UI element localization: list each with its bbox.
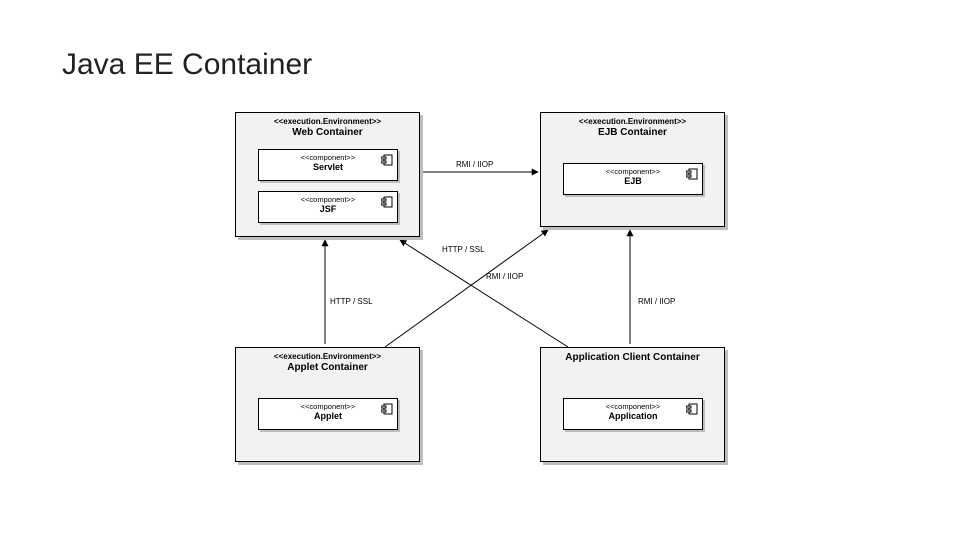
component-icon xyxy=(381,196,393,208)
edge-label-appclient-ejb: RMI / IIOP xyxy=(638,297,675,306)
edge-label-web-ejb: RMI / IIOP xyxy=(456,160,493,169)
servlet-component: <<component>> Servlet xyxy=(258,149,398,181)
page-title: Java EE Container xyxy=(62,48,312,82)
applet-container: <<execution.Environment>> Applet Contain… xyxy=(235,347,420,462)
ejb-container-stereotype: <<execution.Environment>> xyxy=(547,117,718,127)
diagram: <<execution.Environment>> Web Container … xyxy=(230,112,750,512)
applet-name: Applet xyxy=(263,411,393,421)
application-name: Application xyxy=(568,411,698,421)
component-icon xyxy=(381,154,393,166)
ejb-stereotype: <<component>> xyxy=(568,167,698,176)
edge-label-applet-ejb: RMI / IIOP xyxy=(486,272,523,281)
ejb-component: <<component>> EJB xyxy=(563,163,703,195)
web-container-name: Web Container xyxy=(242,127,413,140)
applet-stereotype: <<component>> xyxy=(263,402,393,411)
applet-container-name: Applet Container xyxy=(242,362,413,375)
applet-component: <<component>> Applet xyxy=(258,398,398,430)
appclient-container-header: Application Client Container xyxy=(541,348,724,371)
application-component: <<component>> Application xyxy=(563,398,703,430)
web-container-header: <<execution.Environment>> Web Container xyxy=(236,113,419,146)
servlet-stereotype: <<component>> xyxy=(263,153,393,162)
ejb-container: <<execution.Environment>> EJB Container … xyxy=(540,112,725,227)
edge-label-appclient-web: HTTP / SSL xyxy=(442,245,485,254)
applet-container-stereotype: <<execution.Environment>> xyxy=(242,352,413,362)
component-icon xyxy=(381,403,393,415)
web-container: <<execution.Environment>> Web Container … xyxy=(235,112,420,237)
appclient-container: Application Client Container <<component… xyxy=(540,347,725,462)
component-icon xyxy=(686,403,698,415)
component-icon xyxy=(686,168,698,180)
appclient-container-name: Application Client Container xyxy=(547,352,718,365)
web-container-stereotype: <<execution.Environment>> xyxy=(242,117,413,127)
application-stereotype: <<component>> xyxy=(568,402,698,411)
applet-container-header: <<execution.Environment>> Applet Contain… xyxy=(236,348,419,381)
jsf-name: JSF xyxy=(263,204,393,214)
ejb-container-header: <<execution.Environment>> EJB Container xyxy=(541,113,724,146)
servlet-name: Servlet xyxy=(263,162,393,172)
edge-label-applet-web: HTTP / SSL xyxy=(330,297,373,306)
ejb-name: EJB xyxy=(568,176,698,186)
ejb-container-name: EJB Container xyxy=(547,127,718,140)
jsf-stereotype: <<component>> xyxy=(263,195,393,204)
jsf-component: <<component>> JSF xyxy=(258,191,398,223)
